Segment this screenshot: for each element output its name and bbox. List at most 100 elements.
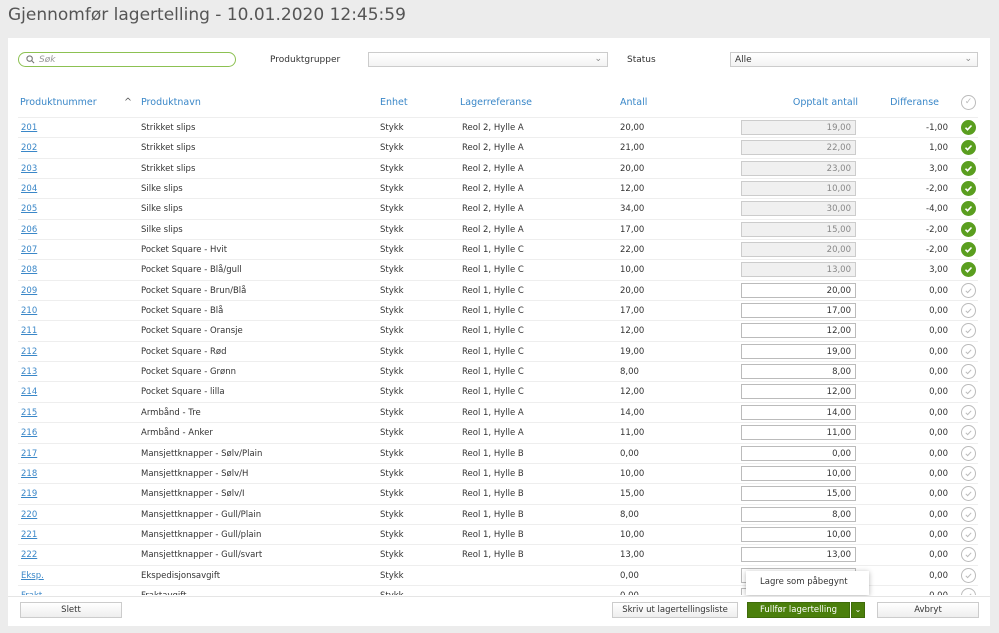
counted-quantity-input[interactable]: 11,00	[741, 425, 856, 441]
unchecked-icon[interactable]	[961, 567, 976, 583]
checked-icon[interactable]	[961, 181, 976, 197]
product-number-link[interactable]: 204	[21, 184, 37, 194]
product-number-link[interactable]: 201	[21, 123, 37, 133]
counted-quantity-input[interactable]: 15,00	[741, 486, 856, 502]
product-name: Pocket Square - Brun/Blå	[141, 285, 247, 296]
product-name: Mansjettknapper - Gull/Plain	[141, 509, 262, 520]
product-group-select[interactable]: ⌄	[368, 52, 608, 67]
difference: -1,00	[926, 123, 948, 133]
counted-quantity-input[interactable]: 10,00	[741, 465, 856, 481]
unchecked-icon[interactable]	[961, 506, 976, 522]
counted-quantity-input[interactable]: 17,00	[741, 303, 856, 319]
counted-quantity-input[interactable]: 14,00	[741, 404, 856, 420]
product-number-link[interactable]: 203	[21, 164, 37, 174]
product-number-link[interactable]: 211	[21, 326, 37, 336]
unchecked-icon[interactable]	[961, 425, 976, 441]
product-number-link[interactable]: 218	[21, 469, 37, 479]
checked-icon[interactable]	[961, 120, 976, 135]
product-number-link[interactable]: 216	[21, 428, 37, 438]
unchecked-icon[interactable]	[961, 587, 976, 595]
col-differanse[interactable]: Differanse	[890, 97, 939, 108]
col-opptalt-antall[interactable]: Opptalt antall	[793, 97, 858, 108]
counted-quantity-input[interactable]: 13,00	[741, 262, 856, 278]
cancel-button[interactable]: Avbryt	[877, 602, 979, 618]
unchecked-icon[interactable]	[961, 486, 976, 502]
unchecked-icon[interactable]	[961, 404, 976, 420]
checked-icon[interactable]	[961, 221, 976, 237]
product-number-link[interactable]: 202	[21, 143, 37, 153]
product-number-link[interactable]: 205	[21, 204, 37, 214]
product-number-link[interactable]: Eksp.	[21, 571, 44, 581]
unchecked-icon[interactable]	[961, 364, 976, 380]
unchecked-icon[interactable]	[961, 547, 976, 563]
product-number-link[interactable]: 209	[21, 286, 37, 296]
counted-quantity-input[interactable]: 20,00	[741, 242, 856, 258]
col-produktnummer[interactable]: Produktnummer	[20, 97, 97, 108]
product-number-link[interactable]: 210	[21, 306, 37, 316]
product-number-link[interactable]: 213	[21, 367, 37, 377]
unchecked-icon[interactable]	[961, 323, 976, 339]
product-number-link[interactable]: 212	[21, 347, 37, 357]
product-number-link[interactable]: 222	[21, 550, 37, 560]
product-number-link[interactable]: 214	[21, 387, 37, 397]
col-produktnavn[interactable]: Produktnavn	[141, 97, 201, 108]
product-number-link[interactable]: 208	[21, 265, 37, 275]
complete-dropdown-toggle[interactable]: ⌄	[851, 602, 865, 618]
unchecked-icon[interactable]	[961, 303, 976, 319]
unchecked-icon[interactable]	[961, 465, 976, 481]
print-list-button[interactable]: Skriv ut lagertellingsliste	[612, 602, 738, 618]
product-number-link[interactable]: 207	[21, 245, 37, 255]
col-lagerreferanse[interactable]: Lagerreferanse	[460, 97, 532, 108]
checked-icon[interactable]	[961, 160, 976, 176]
unchecked-icon[interactable]	[961, 282, 976, 298]
product-number-link[interactable]: 215	[21, 408, 37, 418]
counted-quantity-input[interactable]: 30,00	[741, 201, 856, 217]
unit: Stykk	[380, 204, 404, 215]
counted-quantity-input[interactable]: 22,00	[741, 140, 856, 156]
checked-icon[interactable]	[961, 262, 976, 278]
counted-quantity-input[interactable]: 15,00	[741, 221, 856, 237]
counted-quantity-input[interactable]: 10,00	[741, 526, 856, 542]
counted-quantity-input[interactable]: 20,00	[741, 282, 856, 298]
complete-button[interactable]: Fullfør lagertelling	[747, 602, 850, 618]
counted-quantity-input[interactable]: 23,00	[741, 160, 856, 176]
col-enhet[interactable]: Enhet	[380, 97, 408, 108]
search-input[interactable]: Søk	[18, 52, 236, 67]
sort-ascending-icon[interactable]: ^	[124, 97, 132, 108]
product-number-link[interactable]: 219	[21, 489, 37, 499]
product-number-link[interactable]: Frakt	[21, 591, 42, 595]
counted-quantity-input[interactable]: 13,00	[741, 547, 856, 563]
counted-quantity-input[interactable]: 8,00	[741, 364, 856, 380]
storage-ref: Reol 2, Hylle A	[462, 163, 524, 174]
counted-quantity-input[interactable]: 19,00	[741, 120, 856, 135]
delete-button[interactable]: Slett	[20, 602, 122, 618]
quantity: 20,00	[620, 285, 645, 296]
product-number-link[interactable]: 221	[21, 530, 37, 540]
check-all-icon[interactable]: ✓	[961, 95, 976, 110]
menu-item-save-as-started[interactable]: Lagre som påbegynt	[760, 577, 869, 587]
unchecked-icon[interactable]	[961, 526, 976, 542]
product-number-link[interactable]: 206	[21, 225, 37, 235]
product-number-link[interactable]: 220	[21, 510, 37, 520]
checked-icon[interactable]	[961, 242, 976, 258]
table-row: 211 Pocket Square - Oransje Stykk Reol 1…	[18, 320, 978, 340]
unchecked-icon[interactable]	[961, 384, 976, 400]
counted-quantity-input[interactable]: 12,00	[741, 384, 856, 400]
counted-quantity-input[interactable]: 0,00	[741, 445, 856, 461]
checked-icon[interactable]	[961, 201, 976, 217]
counted-quantity-input[interactable]: 8,00	[741, 506, 856, 522]
product-name: Pocket Square - Blå/gull	[141, 265, 242, 276]
unchecked-icon[interactable]	[961, 445, 976, 461]
scrollbar[interactable]	[990, 38, 999, 626]
counted-quantity-input[interactable]: 12,00	[741, 323, 856, 339]
quantity: 15,00	[620, 489, 645, 500]
unchecked-icon[interactable]	[961, 343, 976, 359]
status-select[interactable]: Alle ⌄	[730, 52, 978, 67]
col-antall[interactable]: Antall	[620, 97, 647, 108]
difference: 0,00	[929, 367, 948, 378]
counted-quantity-input[interactable]: 19,00	[741, 343, 856, 359]
product-name: Pocket Square - Hvit	[141, 245, 228, 256]
product-number-link[interactable]: 217	[21, 449, 37, 459]
checked-icon[interactable]	[961, 140, 976, 156]
counted-quantity-input[interactable]: 10,00	[741, 181, 856, 197]
